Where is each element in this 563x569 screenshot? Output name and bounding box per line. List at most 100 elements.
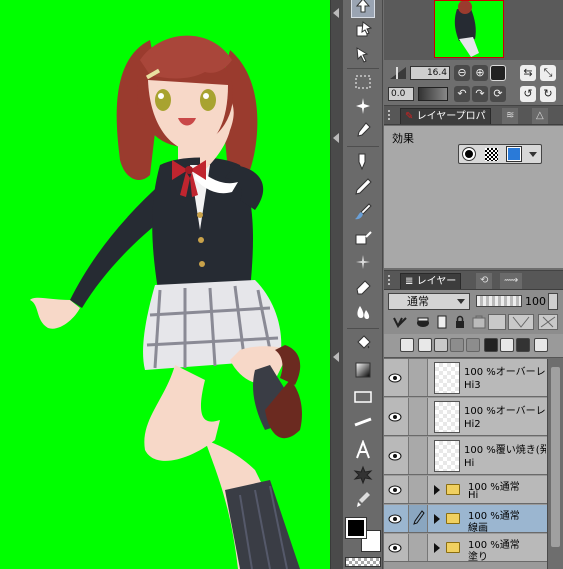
tab-tool-property[interactable]: △ — [532, 108, 548, 124]
layer-lock-cell[interactable] — [408, 398, 428, 435]
folder-expand-icon[interactable] — [434, 485, 440, 495]
merge-down-icon[interactable] — [466, 338, 480, 352]
collapse-arrow-icon[interactable] — [333, 133, 339, 143]
transparent-color-swatch[interactable] — [345, 557, 381, 567]
flip-vertical-icon[interactable]: ⤡ — [540, 65, 556, 81]
lock-transparency-icon[interactable] — [472, 315, 486, 329]
move-layer-tool[interactable] — [351, 42, 375, 66]
tab-layer-property[interactable]: ✎ レイヤープロパ — [400, 108, 491, 124]
folder-row[interactable]: 100 %通常 Hi — [384, 476, 547, 504]
tab-sub-tool[interactable]: ≋ — [502, 108, 519, 124]
pen-tool[interactable] — [351, 150, 375, 174]
pencil-tool[interactable] — [351, 175, 375, 199]
collapse-arrow-icon[interactable] — [333, 8, 339, 18]
apply-mask-icon[interactable] — [500, 338, 514, 352]
layer-name: Hi3 — [464, 380, 481, 391]
opacity-slider[interactable] — [476, 295, 522, 307]
panel-collapse-bar[interactable] — [330, 0, 343, 569]
auto-select-tool[interactable] — [351, 94, 375, 118]
expand-icon[interactable] — [390, 316, 408, 329]
gradient-tool[interactable] — [351, 358, 375, 382]
eye-icon[interactable] — [388, 541, 402, 555]
layer-color-icon[interactable] — [516, 338, 530, 352]
layer-scrollbar[interactable] — [547, 359, 563, 569]
folder-expand-icon[interactable] — [434, 543, 440, 553]
delete-layer-icon[interactable] — [534, 338, 548, 352]
eraser-tool[interactable] — [351, 275, 375, 299]
blend-mode-select[interactable]: 通常 — [388, 293, 470, 310]
layer-row[interactable]: 100 %オーバーレイ Hi3 — [384, 359, 547, 397]
flip-horizontal-icon[interactable]: ⇆ — [520, 65, 536, 81]
panel-grip-icon[interactable] — [388, 275, 396, 285]
layer-row[interactable]: 100 %覆い焼き(発 Hi — [384, 437, 547, 475]
eye-icon[interactable] — [388, 449, 402, 463]
eye-icon[interactable] — [388, 371, 402, 385]
zoom-out-icon[interactable]: ⊖ — [454, 65, 470, 81]
reference-layer-icon[interactable] — [416, 315, 430, 329]
ruler-icon[interactable] — [538, 314, 558, 330]
brush-tool[interactable] — [351, 200, 375, 224]
opacity-value[interactable]: 100 — [525, 293, 547, 310]
blend-tool[interactable] — [351, 300, 375, 324]
layer-lock-cell[interactable] — [408, 534, 428, 561]
layer-lock-cell[interactable] — [408, 359, 428, 396]
eye-icon[interactable] — [388, 512, 402, 526]
chevron-down-icon[interactable] — [529, 152, 537, 157]
panel-grip-icon[interactable] — [388, 110, 396, 120]
object-tool[interactable] — [351, 18, 375, 42]
fill-tool[interactable] — [351, 332, 375, 356]
zoom-value-field[interactable]: 16.4 — [410, 66, 450, 80]
eyedropper-tool[interactable] — [351, 118, 375, 142]
rotate-right-icon[interactable]: ↷ — [472, 86, 488, 102]
tab-auto-action[interactable]: ⟿ — [500, 273, 523, 289]
layer-color-icon[interactable] — [506, 146, 522, 162]
layer-property-panel: 効果 — [384, 126, 563, 268]
new-vector-layer-icon[interactable] — [418, 338, 432, 352]
text-tool[interactable] — [351, 438, 375, 462]
tab-layer[interactable]: ≣ レイヤー — [400, 273, 462, 289]
eye-icon[interactable] — [388, 410, 402, 424]
layer-row[interactable]: 100 %オーバーレイ Hi2 — [384, 398, 547, 436]
new-folder-icon[interactable] — [434, 338, 448, 352]
collapse-arrow-icon[interactable] — [333, 352, 339, 362]
layer-lock-cell[interactable] — [408, 505, 428, 532]
new-raster-layer-icon[interactable] — [400, 338, 414, 352]
airbrush-tool[interactable] — [351, 225, 375, 249]
selection-tool[interactable] — [351, 70, 375, 94]
frame-border-tool[interactable] — [351, 410, 375, 434]
flip-reset-icon[interactable]: ↻ — [540, 86, 556, 102]
layer-lock-cell[interactable] — [408, 437, 428, 474]
fit-to-screen-icon[interactable] — [490, 65, 506, 81]
mask-add-icon[interactable] — [484, 338, 498, 352]
draft-layer-icon[interactable] — [508, 314, 534, 330]
transfer-down-icon[interactable] — [450, 338, 464, 352]
folder-expand-icon[interactable] — [434, 514, 440, 524]
tab-history[interactable]: ⟲ — [476, 273, 493, 289]
main-color-swatch[interactable] — [345, 517, 367, 539]
reset-view-icon[interactable]: ↺ — [520, 86, 536, 102]
navigator-preview[interactable] — [434, 0, 504, 58]
move-hand-tool[interactable] — [351, 0, 375, 18]
balloon-tool[interactable] — [351, 463, 375, 487]
reset-rotation-icon[interactable]: ⟳ — [490, 86, 506, 102]
decoration-tool[interactable] — [351, 250, 375, 274]
rotate-left-icon[interactable]: ↶ — [454, 86, 470, 102]
zoom-in-icon[interactable]: ⊕ — [472, 65, 488, 81]
drawing-canvas[interactable] — [0, 0, 330, 569]
eye-icon[interactable] — [388, 483, 402, 497]
folder-row[interactable]: 100 %通常 塗り — [384, 534, 547, 563]
opacity-spinner[interactable] — [548, 293, 558, 310]
folder-row-selected[interactable]: 100 %通常 線画 — [384, 505, 547, 534]
zoom-slider-icon[interactable] — [388, 65, 408, 81]
correct-line-tool[interactable] — [351, 488, 375, 512]
layer-lock-cell[interactable] — [408, 476, 428, 503]
figure-tool[interactable] — [351, 385, 375, 409]
clipping-icon[interactable] — [436, 315, 448, 329]
scrollbar-thumb[interactable] — [551, 367, 560, 547]
lock-icon[interactable] — [454, 315, 466, 329]
rotate-value-field[interactable]: 0.0 — [388, 87, 414, 101]
mask-icon[interactable] — [488, 314, 506, 330]
tone-effect-icon[interactable] — [485, 148, 498, 161]
rotate-slider[interactable] — [418, 87, 448, 101]
border-effect-icon[interactable] — [462, 147, 476, 161]
